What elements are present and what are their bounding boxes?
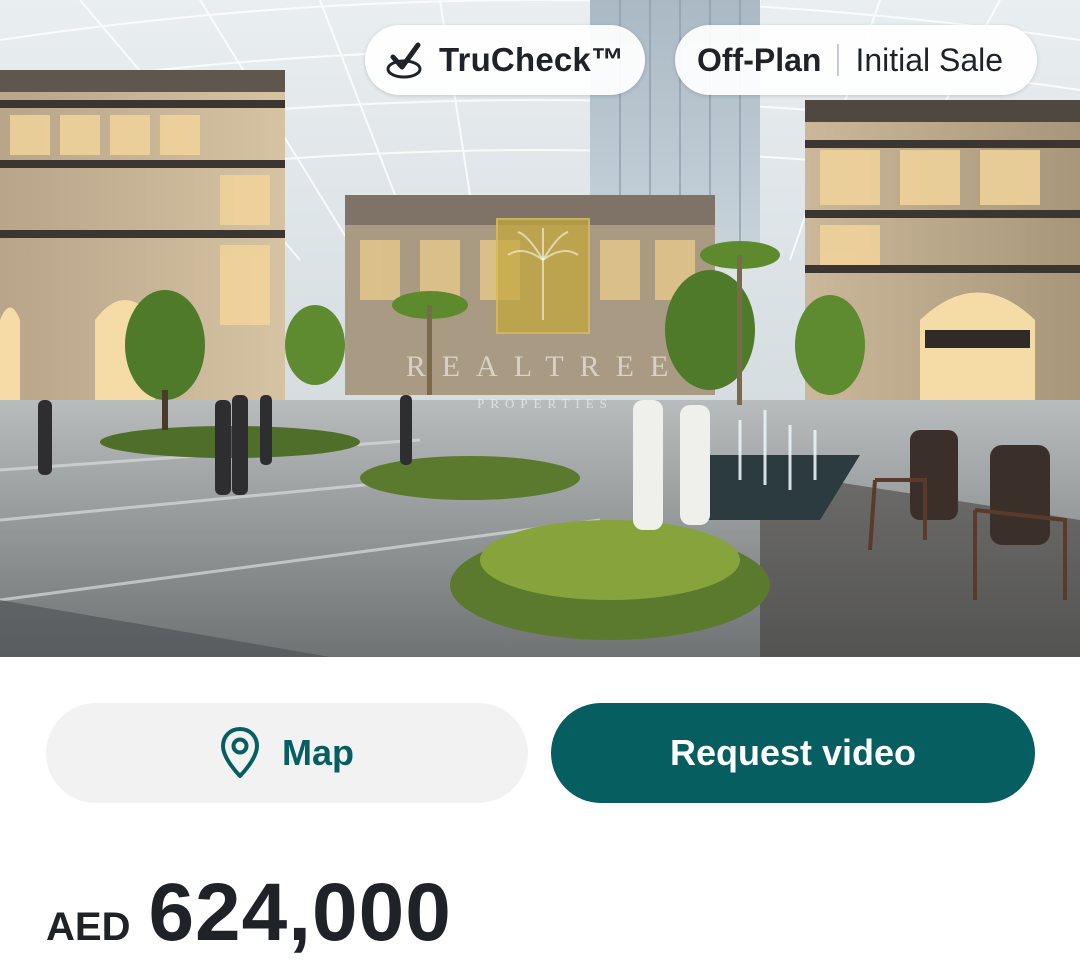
map-button[interactable]: Map [46,703,528,803]
watermark-brand: REALTREE [405,350,685,383]
palm-logo-icon [496,218,590,334]
price-currency: AED [46,905,131,949]
watermark: REALTREE PROPERTIES [400,218,690,428]
sale-type: Initial Sale [855,41,1004,78]
listing-status-badge: Off-Plan Initial Sale [675,25,1037,95]
listing-price: AED 624,000 [46,866,452,958]
map-pin-icon [221,727,259,778]
request-video-button[interactable]: Request video [551,703,1035,803]
badge-divider [837,44,840,76]
trucheck-badge[interactable]: TruCheck™ [365,25,645,95]
trucheck-label: TruCheck™ [439,41,625,78]
checkmark-badge-icon [386,42,422,79]
listing-hero-image[interactable]: REALTREE PROPERTIES TruCheck™ Off-Plan I… [0,0,1080,657]
completion-status: Off-Plan [697,41,822,78]
watermark-subtitle: PROPERTIES [477,396,613,411]
request-video-label: Request video [669,732,917,773]
price-amount: 624,000 [148,867,452,958]
map-button-label: Map [282,732,354,773]
